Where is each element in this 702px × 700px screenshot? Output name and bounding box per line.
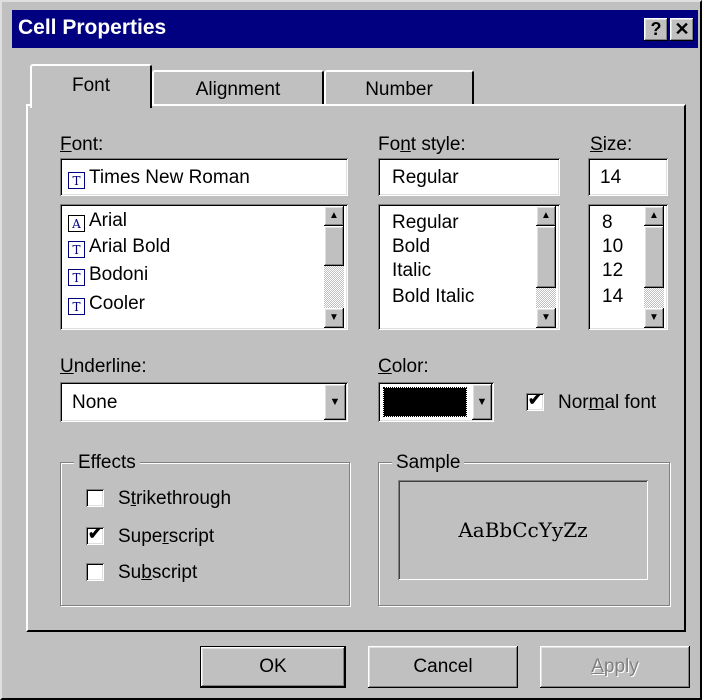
list-item[interactable]: T Bodoni (68, 262, 148, 288)
tab-number-label: Number (365, 79, 433, 100)
superscript-label[interactable]: Superscript (118, 526, 214, 548)
tab-number[interactable]: Number (324, 70, 474, 106)
underline-label: Underline: (60, 356, 147, 377)
scroll-up-button[interactable]: ▲ (644, 206, 664, 226)
down-arrow-icon: ▼ (329, 312, 339, 323)
help-button[interactable]: ? (644, 18, 668, 41)
size-label: Size: (590, 134, 633, 155)
underline-select[interactable]: None ▼ (60, 382, 348, 422)
superscript-checkbox[interactable]: ✔ (86, 524, 104, 545)
list-item[interactable]: Italic (392, 258, 431, 284)
subscript-label[interactable]: Subscript (118, 562, 197, 584)
checkmark-icon: ✔ (527, 390, 543, 409)
list-item[interactable]: Bold (392, 234, 430, 260)
font-name-field[interactable]: T Times New Roman (60, 158, 348, 196)
underline-dropdown-button[interactable]: ▼ (324, 384, 346, 420)
tab-alignment-label: Alignment (195, 79, 281, 100)
up-arrow-icon: ▲ (649, 210, 659, 221)
list-item[interactable]: A Arial (68, 208, 127, 234)
tab-font-label: Font (71, 75, 111, 96)
truetype-font-icon: T (68, 241, 85, 258)
color-swatch (383, 387, 467, 417)
up-arrow-icon: ▲ (541, 210, 551, 221)
apply-button[interactable]: Apply (540, 646, 690, 688)
color-dropdown-button[interactable]: ▼ (472, 384, 492, 420)
font-list-scrollbar[interactable]: ▲ ▼ (324, 206, 344, 328)
scroll-down-button[interactable]: ▼ (324, 308, 344, 328)
truetype-font-icon: T (68, 298, 85, 315)
font-style-scrollbar[interactable]: ▲ ▼ (536, 206, 556, 328)
sample-text: AaBbCcYyZz (458, 518, 588, 542)
list-item[interactable]: Regular (392, 210, 459, 236)
scroll-up-button[interactable]: ▲ (324, 206, 344, 226)
ok-button[interactable]: OK (200, 646, 346, 688)
normal-font-label[interactable]: Normal font (558, 392, 656, 414)
font-label: Font: (60, 134, 104, 155)
strikethrough-label[interactable]: Strikethrough (118, 488, 231, 510)
chevron-down-icon: ▼ (476, 396, 488, 408)
font-name-value: Times New Roman (89, 167, 250, 188)
effects-group-title: Effects (74, 452, 140, 474)
help-icon: ? (650, 19, 662, 39)
scroll-down-button[interactable]: ▼ (644, 308, 664, 328)
close-icon: ✕ (674, 19, 690, 39)
checkmark-icon: ✔ (87, 524, 103, 543)
scroll-thumb[interactable] (324, 226, 344, 266)
up-arrow-icon: ▲ (329, 210, 339, 221)
tab-alignment[interactable]: Alignment (152, 70, 324, 106)
tab-font[interactable]: Font (30, 64, 152, 108)
scroll-thumb[interactable] (644, 226, 664, 288)
subscript-checkbox[interactable] (86, 563, 104, 581)
font-style-field[interactable]: Regular (378, 158, 560, 196)
list-item[interactable]: T Arial Bold (68, 234, 170, 260)
list-item[interactable]: Bold Italic (392, 284, 474, 310)
size-scrollbar[interactable]: ▲ ▼ (644, 206, 664, 328)
font-style-list[interactable]: Regular Bold Italic Bold Italic ▲ ▼ (378, 204, 560, 330)
cancel-button[interactable]: Cancel (368, 646, 518, 688)
size-field[interactable]: 14 (588, 158, 668, 196)
title-bar[interactable]: Cell Properties ? ✕ (12, 10, 698, 48)
cell-properties-dialog: Cell Properties ? ✕ Font Alignment Numbe… (0, 0, 702, 700)
font-style-value: Regular (392, 167, 459, 188)
chevron-down-icon: ▼ (329, 396, 341, 408)
sample-group-title: Sample (392, 452, 465, 474)
underline-value: None (72, 392, 118, 413)
down-arrow-icon: ▼ (541, 312, 551, 323)
color-select[interactable]: ▼ (378, 382, 494, 422)
size-list[interactable]: 8 10 12 14 ▲ ▼ (588, 204, 668, 330)
list-item[interactable]: 12 (602, 258, 623, 284)
list-item[interactable]: 8 (602, 210, 613, 236)
color-label: Color: (378, 356, 429, 377)
strikethrough-checkbox[interactable] (86, 489, 104, 507)
list-item[interactable]: T Cooler (68, 291, 145, 317)
scroll-up-button[interactable]: ▲ (536, 206, 556, 226)
close-button[interactable]: ✕ (670, 18, 694, 41)
font-style-label: Font style: (378, 134, 466, 155)
window-title: Cell Properties (18, 16, 167, 39)
printer-font-icon: A (68, 215, 85, 232)
list-item[interactable]: 14 (602, 284, 623, 310)
normal-font-checkbox[interactable]: ✔ (526, 390, 544, 411)
font-list[interactable]: A Arial T Arial Bold T Bodoni T Cooler ▲ ▼ (60, 204, 348, 330)
list-item[interactable]: 10 (602, 234, 623, 260)
scroll-thumb[interactable] (536, 226, 556, 288)
size-value: 14 (600, 167, 622, 188)
sample-preview: AaBbCcYyZz (398, 480, 648, 580)
down-arrow-icon: ▼ (649, 312, 659, 323)
scroll-down-button[interactable]: ▼ (536, 308, 556, 328)
truetype-font-icon: T (68, 269, 85, 286)
truetype-font-icon: T (68, 172, 85, 189)
